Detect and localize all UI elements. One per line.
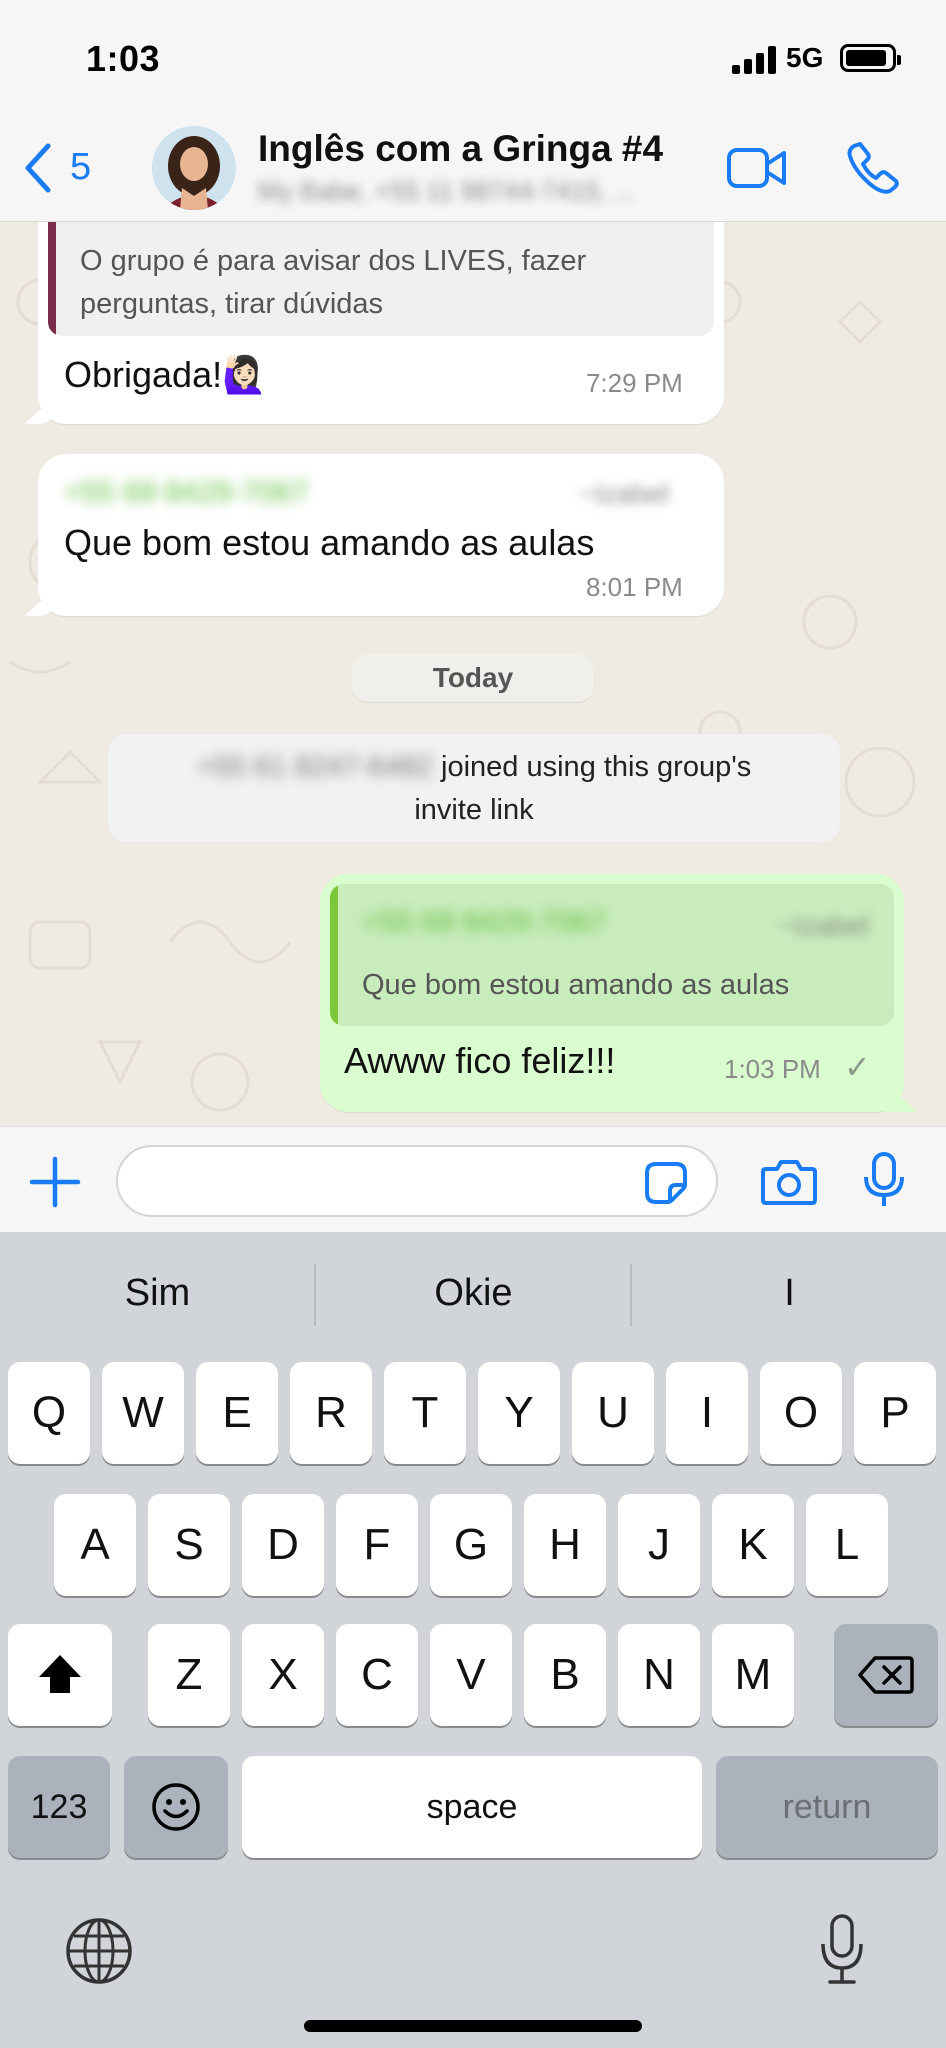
key-q[interactable]: Q xyxy=(8,1362,90,1464)
system-message-text: joined using this group's xyxy=(441,751,752,783)
quoted-message-text: O grupo é para avisar dos LIVES, fazer p… xyxy=(80,245,587,320)
group-avatar[interactable] xyxy=(152,126,236,210)
home-indicator[interactable] xyxy=(304,2020,642,2032)
sticker-icon[interactable] xyxy=(644,1161,688,1205)
backspace-icon xyxy=(858,1656,914,1694)
numbers-key[interactable]: 123 xyxy=(8,1756,110,1858)
key-f[interactable]: F xyxy=(336,1494,418,1596)
quoted-message-text: Que bom estou amando as aulas xyxy=(362,969,790,1001)
sender-name[interactable]: +55 69 8429-7067 xyxy=(64,476,308,510)
key-w[interactable]: W xyxy=(102,1362,184,1464)
sent-check-icon: ✓ xyxy=(844,1049,871,1085)
message-bubble-incoming[interactable]: +55 69 8429-7067 ~Izabel Que bom estou a… xyxy=(24,454,724,616)
suggestion-1[interactable]: Sim xyxy=(0,1272,315,1315)
shift-key[interactable] xyxy=(8,1624,112,1726)
joined-number: +55 61 8247-6482 xyxy=(196,751,433,783)
network-label: 5G xyxy=(786,42,824,73)
phone-icon[interactable] xyxy=(846,140,900,194)
sender-alias: ~Izabel xyxy=(578,478,670,509)
key-g[interactable]: G xyxy=(430,1494,512,1596)
signal-icon xyxy=(732,46,776,74)
quoted-sender: +55 69 8429-7067 xyxy=(362,906,607,939)
key-y[interactable]: Y xyxy=(478,1362,560,1464)
space-key[interactable]: space xyxy=(242,1756,702,1858)
suggestion-3[interactable]: I xyxy=(632,1272,946,1315)
quoted-sender-alias: ~Izabel xyxy=(778,910,870,941)
key-n[interactable]: N xyxy=(618,1624,700,1726)
message-input[interactable] xyxy=(116,1145,718,1217)
shift-icon xyxy=(39,1655,81,1693)
key-i[interactable]: I xyxy=(666,1362,748,1464)
key-d[interactable]: D xyxy=(242,1494,324,1596)
chat-participants[interactable]: My Babe, +55 11 98744-7415, ... xyxy=(258,176,636,207)
key-b[interactable]: B xyxy=(524,1624,606,1726)
message-time: 1:03 PM xyxy=(724,1054,821,1084)
key-v[interactable]: V xyxy=(430,1624,512,1726)
backspace-key[interactable] xyxy=(834,1624,938,1726)
status-time: 1:03 xyxy=(86,38,161,79)
key-p[interactable]: P xyxy=(854,1362,936,1464)
message-time: 8:01 PM xyxy=(586,572,683,602)
return-key[interactable]: return xyxy=(716,1756,938,1858)
key-r[interactable]: R xyxy=(290,1362,372,1464)
key-h[interactable]: H xyxy=(524,1494,606,1596)
video-call-icon[interactable] xyxy=(726,144,788,192)
composer-bar xyxy=(0,1126,946,1232)
chevron-left-icon[interactable] xyxy=(20,142,56,194)
chat-title[interactable]: Inglês com a Gringa #4 xyxy=(258,128,663,170)
system-message-text-2: invite link xyxy=(414,794,534,826)
date-divider: Today xyxy=(352,654,594,702)
key-z[interactable]: Z xyxy=(148,1624,230,1726)
dictation-mic-icon[interactable] xyxy=(818,1912,866,1986)
key-o[interactable]: O xyxy=(760,1362,842,1464)
message-text: Awww fico feliz!!! xyxy=(344,1040,616,1081)
message-list[interactable]: O grupo é para avisar dos LIVES, fazer p… xyxy=(0,222,946,1126)
key-j[interactable]: J xyxy=(618,1494,700,1596)
key-x[interactable]: X xyxy=(242,1624,324,1726)
key-l[interactable]: L xyxy=(806,1494,888,1596)
chat-header: 5 Inglês com a Gringa #4 My Babe, +55 11… xyxy=(0,120,946,222)
message-text: Que bom estou amando as aulas xyxy=(64,522,595,563)
status-bar: 1:03 5G xyxy=(0,0,946,120)
key-a[interactable]: A xyxy=(54,1494,136,1596)
message-bubble-incoming[interactable]: O grupo é para avisar dos LIVES, fazer p… xyxy=(24,222,724,424)
message-time: 7:29 PM xyxy=(586,368,683,398)
microphone-icon[interactable] xyxy=(862,1151,906,1209)
back-unread-count[interactable]: 5 xyxy=(70,146,91,189)
quoted-message[interactable]: +55 69 8429-7067 ~Izabel Que bom estou a… xyxy=(330,884,894,1026)
emoji-icon xyxy=(152,1783,200,1831)
key-s[interactable]: S xyxy=(148,1494,230,1596)
message-text: Obrigada!🙋🏻‍♀️ xyxy=(64,354,267,395)
quoted-message[interactable]: O grupo é para avisar dos LIVES, fazer p… xyxy=(48,222,714,336)
key-k[interactable]: K xyxy=(712,1494,794,1596)
key-m[interactable]: M xyxy=(712,1624,794,1726)
system-message: +55 61 8247-6482 joined using this group… xyxy=(108,734,840,842)
camera-icon[interactable] xyxy=(760,1157,818,1207)
globe-icon[interactable] xyxy=(64,1916,134,1986)
suggestion-2[interactable]: Okie xyxy=(316,1272,631,1315)
key-e[interactable]: E xyxy=(196,1362,278,1464)
plus-icon[interactable] xyxy=(28,1155,82,1209)
key-t[interactable]: T xyxy=(384,1362,466,1464)
key-c[interactable]: C xyxy=(336,1624,418,1726)
keyboard: Sim Okie I Q W E R T Y U I O P A S D F G… xyxy=(0,1232,946,2048)
message-bubble-outgoing[interactable]: +55 69 8429-7067 ~Izabel Que bom estou a… xyxy=(320,874,918,1112)
emoji-key[interactable] xyxy=(124,1756,228,1858)
key-u[interactable]: U xyxy=(572,1362,654,1464)
battery-icon xyxy=(840,44,901,72)
